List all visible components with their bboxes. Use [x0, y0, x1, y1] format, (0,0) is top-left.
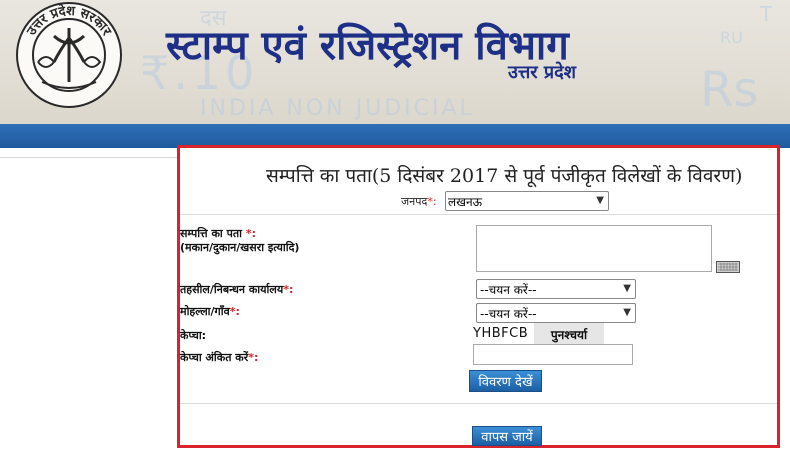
tehsil-value: --चयन करें-- — [480, 282, 537, 297]
back-button[interactable]: वापस जायें — [472, 426, 542, 446]
captcha-input[interactable] — [473, 344, 633, 365]
captcha-code: YHBFCB — [473, 326, 529, 341]
divider — [0, 157, 178, 158]
mohalla-value: --चयन करें-- — [480, 306, 537, 321]
divider — [180, 403, 777, 404]
captcha-refresh-button[interactable]: पुनश्चर्या — [534, 323, 604, 346]
watermark-ru: RU — [720, 28, 743, 47]
district-value: लखनऊ — [448, 194, 483, 209]
keyboard-icon[interactable] — [716, 261, 740, 273]
address-textarea[interactable] — [476, 225, 712, 272]
captcha-entry-label: केप्चा अंकित करें*: — [180, 351, 259, 364]
emblem-icon: उत्तर प्रदेश सरकार — [16, 2, 122, 108]
watermark-footer: INDIA NON JUDICIAL — [200, 96, 475, 121]
address-hint: (मकान/दुकान/खसरा इत्यादि) — [180, 241, 300, 254]
watermark-rs: Rs — [700, 62, 759, 118]
captcha-label: केप्चा: — [180, 329, 207, 342]
chevron-down-icon: ▼ — [623, 283, 631, 294]
tehsil-label: तहसील/निबन्धन कार्यालय*: — [180, 283, 294, 296]
mohalla-label: मोहल्ला/गाँव*: — [180, 305, 240, 318]
form-title: सम्पत्ति का पता(5 दिसंबर 2017 से पूर्व प… — [266, 165, 743, 187]
site-header: दस ₹.10 INDIA NON JUDICIAL Rs RU T उत्तर… — [0, 0, 790, 124]
mohalla-select[interactable]: --चयन करें-- ▼ — [476, 303, 636, 323]
chevron-down-icon: ▼ — [596, 195, 604, 206]
divider — [180, 214, 777, 215]
view-details-button[interactable]: विवरण देखें — [469, 370, 542, 392]
watermark-t: T — [760, 2, 773, 26]
district-select[interactable]: लखनऊ ▼ — [445, 191, 609, 211]
district-label: जनपद*: — [401, 195, 437, 208]
department-subtitle: उत्तर प्रदेश — [508, 62, 576, 83]
property-search-form: सम्पत्ति का पता(5 दिसंबर 2017 से पूर्व प… — [177, 145, 780, 448]
chevron-down-icon: ▼ — [623, 307, 631, 318]
tehsil-select[interactable]: --चयन करें-- ▼ — [476, 279, 636, 299]
address-label: सम्पत्ति का पता *: — [180, 227, 256, 240]
